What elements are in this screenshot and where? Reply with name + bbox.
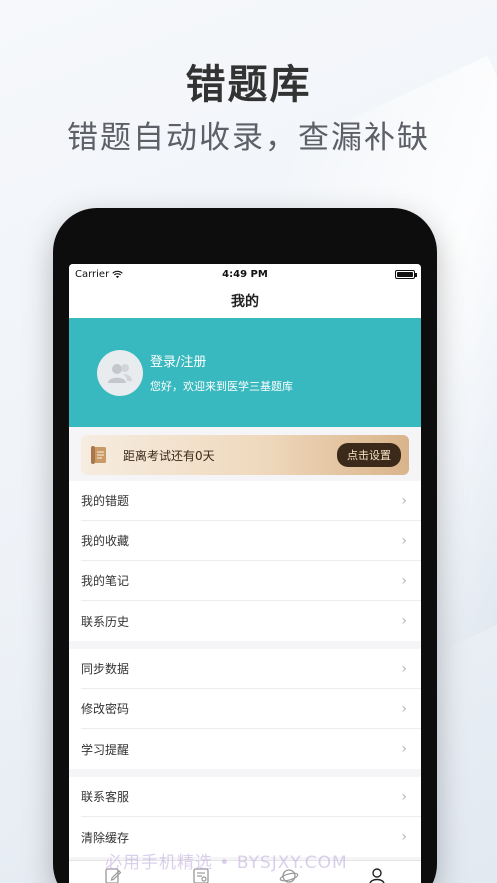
exam-countdown-card: 距离考试还有0天 点击设置 xyxy=(81,435,409,475)
tab-bar: 题库 搜索 发现 我的 xyxy=(69,860,421,883)
chevron-right-icon: › xyxy=(401,660,407,677)
menu-item-label: 清除缓存 xyxy=(81,830,130,845)
menu-item-favorites[interactable]: 我的收藏 › xyxy=(81,521,421,561)
avatar[interactable] xyxy=(97,349,143,396)
set-exam-date-button[interactable]: 点击设置 xyxy=(337,443,401,467)
menu-group-1: 我的错题 › 我的收藏 › 我的笔记 › 联系历史 › xyxy=(69,481,421,641)
exam-countdown-text: 距离考试还有0天 xyxy=(123,448,215,463)
menu-item-study-reminder[interactable]: 学习提醒 › xyxy=(81,729,421,769)
menu-item-sync-data[interactable]: 同步数据 › xyxy=(81,649,421,689)
menu-item-clear-cache[interactable]: 清除缓存 › xyxy=(81,817,421,857)
chevron-right-icon: › xyxy=(401,613,407,629)
menu-item-label: 修改密码 xyxy=(81,702,130,716)
menu-item-label: 我的笔记 xyxy=(81,574,130,588)
status-time: 4:49 PM xyxy=(222,268,268,280)
search-doc-icon xyxy=(193,868,209,883)
menu-item-label: 我的收藏 xyxy=(81,534,130,548)
menu-item-practice-history[interactable]: 联系历史 › xyxy=(81,601,421,641)
chevron-right-icon: › xyxy=(401,788,407,805)
planet-icon xyxy=(279,869,299,883)
menu-item-wrong-questions[interactable]: 我的错题 › xyxy=(81,481,421,521)
tab-question-bank[interactable]: 题库 xyxy=(83,866,143,883)
status-bar: Carrier 4:49 PM xyxy=(69,264,421,284)
promo-title: 错题库 xyxy=(185,62,312,108)
menu-item-label: 我的错题 xyxy=(81,494,130,508)
promo-subtitle: 错题自动收录，查漏补缺 xyxy=(67,120,430,156)
chevron-right-icon: › xyxy=(401,700,407,717)
menu-item-label: 学习提醒 xyxy=(81,742,130,757)
login-register-link[interactable]: 登录/注册 xyxy=(150,351,293,370)
user-icon xyxy=(369,868,385,883)
tab-search[interactable]: 搜索 xyxy=(171,866,231,883)
app-screen: Carrier 4:49 PM 我的 登录/注册 您好，欢迎来到医学三基题库 距… xyxy=(69,264,421,883)
chevron-right-icon: › xyxy=(401,492,407,509)
nav-title: 我的 xyxy=(69,284,421,318)
scroll-icon xyxy=(91,446,106,464)
chevron-right-icon: › xyxy=(401,829,407,845)
chevron-right-icon: › xyxy=(401,572,407,589)
users-icon xyxy=(108,363,132,383)
profile-header[interactable]: 登录/注册 您好，欢迎来到医学三基题库 xyxy=(69,318,421,427)
tab-discover[interactable]: 发现 xyxy=(259,866,319,883)
edit-icon xyxy=(105,868,122,883)
menu-group-2: 同步数据 › 修改密码 › 学习提醒 › xyxy=(69,649,421,769)
battery-icon xyxy=(395,269,417,279)
menu-item-label: 同步数据 xyxy=(81,662,130,676)
menu-item-change-password[interactable]: 修改密码 › xyxy=(81,689,421,729)
welcome-text: 您好，欢迎来到医学三基题库 xyxy=(150,380,293,393)
menu-item-label: 联系客服 xyxy=(81,790,130,804)
menu-item-label: 联系历史 xyxy=(81,614,130,629)
menu-item-customer-service[interactable]: 联系客服 › xyxy=(81,777,421,817)
menu-item-notes[interactable]: 我的笔记 › xyxy=(81,561,421,601)
menu-group-3: 联系客服 › 清除缓存 › xyxy=(69,777,421,857)
tab-mine[interactable]: 我的 xyxy=(347,866,407,883)
chevron-right-icon: › xyxy=(401,532,407,549)
chevron-right-icon: › xyxy=(401,741,407,757)
